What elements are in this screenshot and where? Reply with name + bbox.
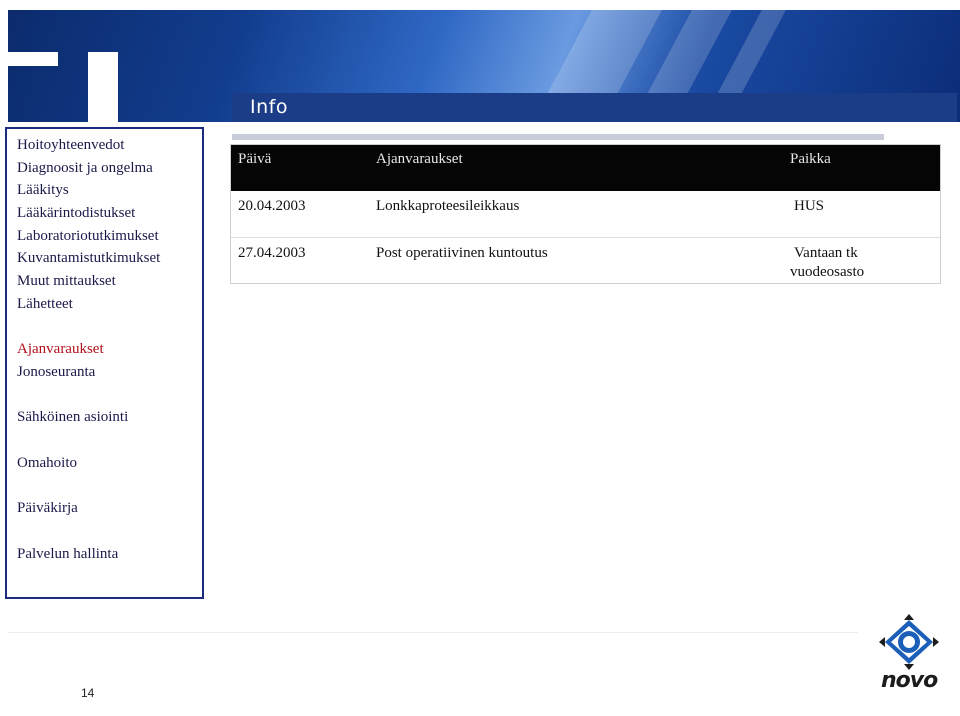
sidebar-item-laakitys[interactable]: Lääkitys: [17, 182, 69, 199]
novo-logo-text: novo: [881, 668, 938, 693]
column-header-place[interactable]: Paikka: [790, 151, 831, 168]
sidebar-item-jonoseuranta[interactable]: Jonoseuranta: [17, 364, 95, 381]
page-title: Info: [232, 93, 957, 122]
novo-logo: novo: [859, 612, 960, 716]
logo-shape: [88, 52, 118, 122]
sidebar-item-paivakirja[interactable]: Päiväkirja: [17, 500, 78, 517]
sidebar-item-sahkoinen-asiointi[interactable]: Sähköinen asiointi: [17, 409, 128, 426]
page-edge: [0, 0, 960, 10]
row-appointment: Lonkkaproteesileikkaus: [376, 198, 520, 214]
column-header-appointment[interactable]: Ajanvaraukset: [376, 151, 463, 168]
novo-emblem-icon: [879, 614, 939, 670]
row-place-line2: vuodeosasto: [790, 264, 865, 280]
sidebar-item-omahoito[interactable]: Omahoito: [17, 455, 77, 472]
row-divider: [231, 237, 940, 238]
page-number: 14: [81, 686, 95, 700]
table-header: Päivä Ajanvaraukset Paikka: [231, 145, 940, 191]
sidebar-item-laboratoriotutkimukset[interactable]: Laboratoriotutkimukset: [17, 228, 159, 245]
sidebar-item-kuvantamistutkimukset[interactable]: Kuvantamistutkimukset: [17, 250, 160, 267]
row-date: 27.04.2003: [238, 245, 306, 261]
footer-divider: [8, 632, 858, 633]
logo-shape: [8, 52, 58, 66]
sidebar-item-diagnoosit[interactable]: Diagnoosit ja ongelma: [17, 160, 153, 177]
sidebar-item-palvelun-hallinta[interactable]: Palvelun hallinta: [17, 546, 118, 563]
sidebar-item-ajanvaraukset[interactable]: Ajanvaraukset: [17, 341, 104, 358]
appointments-table: Päivä Ajanvaraukset Paikka 20.04.2003 Lo…: [230, 144, 941, 284]
sidebar-item-hoitoyhteenvedot[interactable]: Hoitoyhteenvedot: [17, 137, 124, 154]
sidebar-nav: Hoitoyhteenvedot Diagnoosit ja ongelma L…: [5, 127, 204, 599]
sidebar-item-muut-mittaukset[interactable]: Muut mittaukset: [17, 273, 116, 290]
row-place: HUS: [794, 198, 825, 214]
row-date: 20.04.2003: [238, 198, 306, 214]
sidebar-item-lahetteet[interactable]: Lähetteet: [17, 296, 73, 313]
row-appointment: Post operatiivinen kuntoutus: [376, 245, 548, 261]
sidebar-item-laakarintodistukset[interactable]: Lääkärintodistukset: [17, 205, 135, 222]
row-place: Vantaan tk: [794, 245, 858, 261]
divider: [232, 134, 884, 140]
column-header-date[interactable]: Päivä: [238, 151, 271, 168]
